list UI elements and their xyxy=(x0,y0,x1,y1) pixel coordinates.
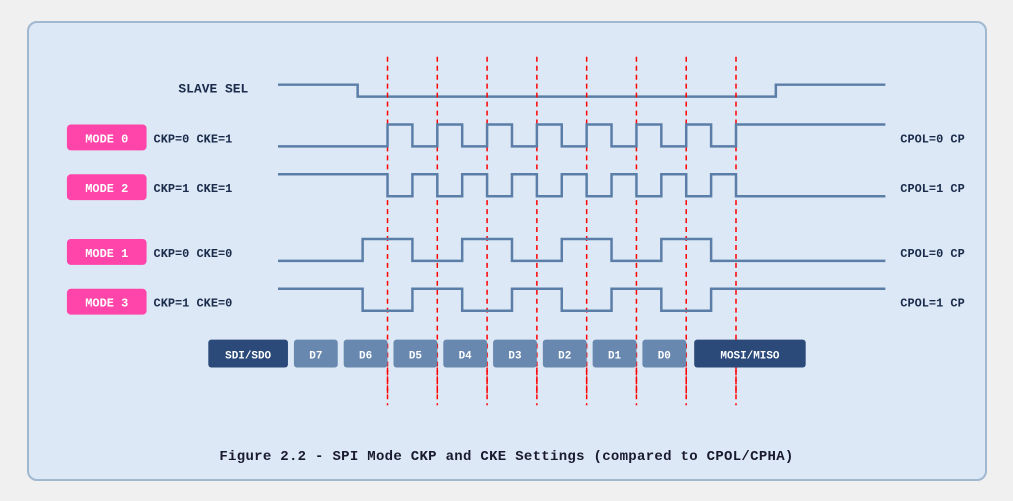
svg-text:D2: D2 xyxy=(558,350,571,362)
svg-text:D4: D4 xyxy=(458,350,472,362)
svg-text:CKP=1 CKE=0: CKP=1 CKE=0 xyxy=(153,296,232,310)
svg-text:CKP=0 CKE=1: CKP=0 CKE=1 xyxy=(153,132,232,146)
svg-text:D1: D1 xyxy=(607,350,621,362)
svg-text:CPOL=0 CPHA=0: CPOL=0 CPHA=0 xyxy=(900,132,965,146)
svg-text:CKP=1 CKE=1: CKP=1 CKE=1 xyxy=(153,182,232,196)
svg-text:D7: D7 xyxy=(309,350,322,362)
svg-text:MODE 2: MODE 2 xyxy=(85,182,128,196)
svg-text:D5: D5 xyxy=(408,350,421,362)
diagram-area: SLAVE SEL MODE 0 CKP=0 CKE=1 CP xyxy=(49,41,965,441)
svg-text:D6: D6 xyxy=(359,350,372,362)
main-container: SLAVE SEL MODE 0 CKP=0 CKE=1 CP xyxy=(27,21,987,481)
figure-caption: Figure 2.2 - SPI Mode CKP and CKE Settin… xyxy=(49,449,965,465)
svg-text:MOSI/MISO: MOSI/MISO xyxy=(720,350,780,362)
svg-text:MODE 0: MODE 0 xyxy=(85,132,128,146)
svg-text:CPOL=1 CPHA=0: CPOL=1 CPHA=0 xyxy=(900,182,965,196)
svg-text:CPOL=0 CPHA=1: CPOL=0 CPHA=1 xyxy=(900,246,965,260)
svg-text:CKP=0 CKE=0: CKP=0 CKE=0 xyxy=(153,246,232,260)
svg-text:D0: D0 xyxy=(657,350,670,362)
svg-text:SDI/SDO: SDI/SDO xyxy=(225,350,271,362)
svg-text:MODE 1: MODE 1 xyxy=(85,246,128,260)
svg-text:D3: D3 xyxy=(508,350,522,362)
svg-text:SLAVE SEL: SLAVE SEL xyxy=(178,81,248,96)
svg-text:CPOL=1 CPHA=1: CPOL=1 CPHA=1 xyxy=(900,296,965,310)
svg-text:MODE 3: MODE 3 xyxy=(85,296,128,310)
